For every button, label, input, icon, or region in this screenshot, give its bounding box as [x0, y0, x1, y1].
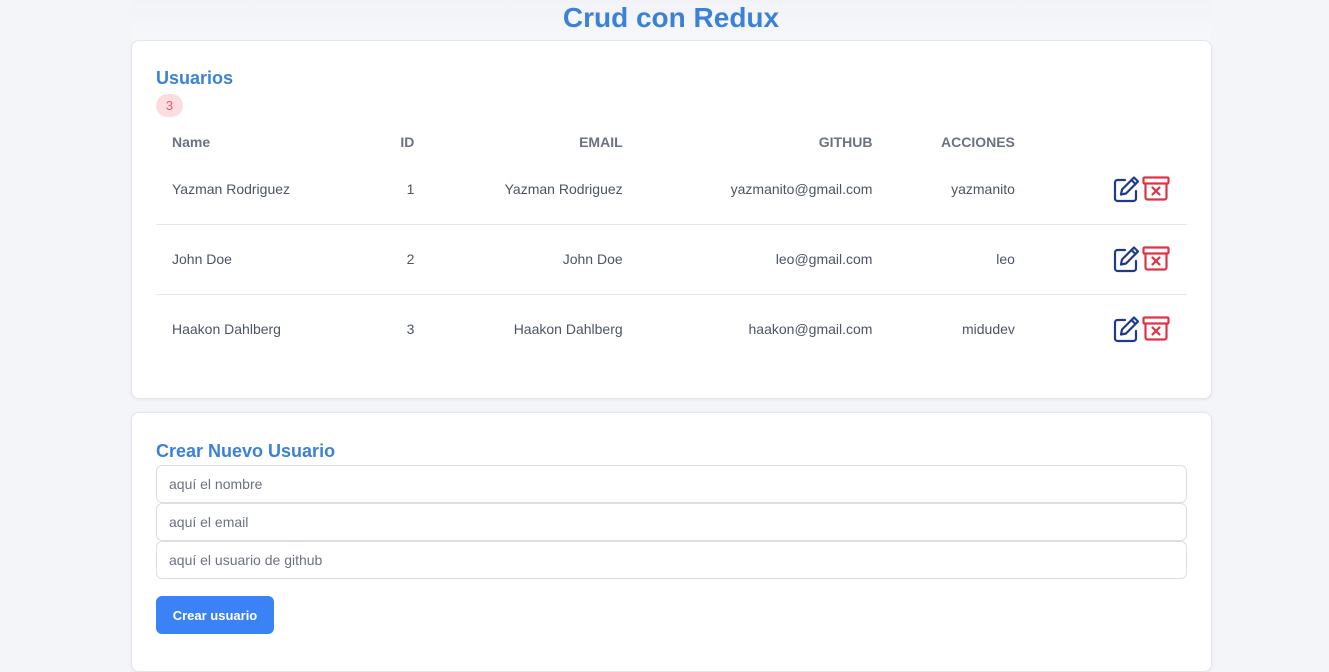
- delete-icon[interactable]: [1141, 174, 1171, 204]
- col-header-id: ID: [400, 133, 415, 150]
- cell-id: 2: [361, 224, 431, 295]
- cell-actions: [1030, 224, 1187, 295]
- delete-icon[interactable]: [1141, 314, 1171, 344]
- col-header-name: Name: [172, 133, 211, 150]
- cell-github: haakon@gmail.com: [748, 321, 873, 338]
- cell-id: 3: [406, 321, 415, 338]
- cell-github: yazmanito@gmail.com: [638, 154, 889, 225]
- col-header-actions-spacer: [1031, 129, 1187, 154]
- email-input[interactable]: [156, 503, 1187, 541]
- users-card: Usuarios 3 Name ID EMAIL GITHUB ACCIONES…: [131, 40, 1212, 399]
- cell-actions: [1031, 294, 1187, 364]
- create-user-button[interactable]: Crear usuario: [156, 596, 274, 634]
- delete-icon[interactable]: [1141, 244, 1171, 274]
- name-input[interactable]: [156, 465, 1187, 503]
- create-user-title: Crear Nuevo Usuario: [156, 441, 336, 461]
- table-header-row: Name ID EMAIL GITHUB ACCIONES: [156, 129, 1187, 154]
- cell-name: Yazman Rodriguez: [156, 154, 362, 225]
- app-title: Crud con Redux: [562, 2, 780, 33]
- cell-email: John Doe: [430, 224, 639, 295]
- table-row: John Doe 2 John Doe leo@gmail.com leo: [156, 224, 1187, 295]
- create-user-card: Crear Nuevo Usuario Crear usuario: [131, 412, 1212, 672]
- col-header-github: GITHUB: [818, 133, 873, 150]
- cell-acciones: yazmanito: [888, 154, 1031, 225]
- table-row: Haakon Dahlberg 3 Haakon Dahlberg haakon…: [156, 294, 1187, 364]
- users-table: Name ID EMAIL GITHUB ACCIONES Yazman Rod…: [156, 129, 1187, 364]
- users-title: Usuarios: [156, 68, 234, 88]
- github-input[interactable]: [156, 541, 1187, 579]
- cell-acciones: midudev: [961, 321, 1015, 338]
- cell-name: John Doe: [156, 224, 362, 295]
- users-count-badge: 3: [156, 94, 183, 117]
- col-header-email: EMAIL: [579, 133, 623, 150]
- cell-github: leo@gmail.com: [638, 224, 889, 295]
- cell-name: Haakon Dahlberg: [172, 321, 281, 338]
- edit-icon[interactable]: [1111, 244, 1141, 274]
- edit-icon[interactable]: [1111, 314, 1141, 344]
- cell-email: Yazman Rodriguez: [430, 154, 639, 225]
- cell-actions: [1030, 154, 1187, 225]
- table-row: Yazman Rodriguez 1 Yazman Rodriguez yazm…: [156, 154, 1187, 225]
- cell-email: Haakon Dahlberg: [513, 321, 623, 338]
- cell-acciones: leo: [888, 224, 1031, 295]
- edit-icon[interactable]: [1111, 174, 1141, 204]
- cell-id: 1: [361, 154, 431, 225]
- col-header-acciones: ACCIONES: [941, 133, 1015, 150]
